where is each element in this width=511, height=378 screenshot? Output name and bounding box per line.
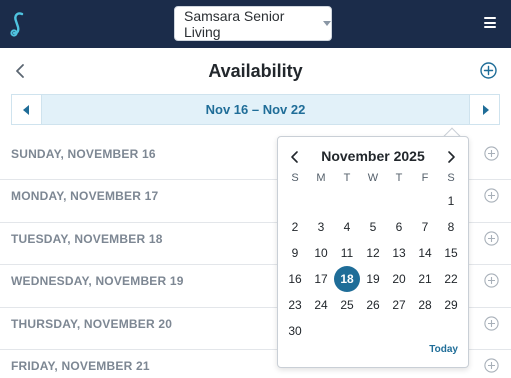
page-title: Availability [208, 61, 303, 81]
day-label: WEDNESDAY, NOVEMBER 19 [11, 274, 184, 289]
day-label: FRIDAY, NOVEMBER 21 [11, 358, 150, 373]
calendar-week-row: 1 [282, 188, 464, 214]
calendar-day[interactable]: 5 [360, 214, 386, 240]
calendar-day[interactable]: 8 [438, 214, 464, 240]
page-header: Availability [0, 48, 511, 94]
calendar-empty-cell [282, 188, 308, 214]
calendar-day[interactable]: 2 [282, 214, 308, 240]
calendar-week-row: 2345678 [282, 214, 464, 240]
calendar-grid: SMTWTFS 1 2 3 4 5 6 7 8 9 10 11 12 13 14 15 16 17 18 19 20 2… [282, 172, 464, 344]
calendar-empty-cell [334, 188, 360, 214]
weekday-label: T [343, 172, 351, 184]
next-week-button[interactable] [469, 95, 499, 124]
calendar-day[interactable]: 10 [308, 240, 334, 266]
add-availability-icon[interactable] [484, 188, 499, 204]
weekday-label: M [316, 172, 326, 184]
calendar-month-label: November 2025 [321, 148, 425, 164]
calendar-day[interactable]: 17 [308, 266, 334, 292]
calendar-day[interactable]: 27 [386, 292, 412, 318]
calendar-day[interactable]: 19 [360, 266, 386, 292]
weekday-header-row: SMTWTFS [282, 172, 464, 188]
weekday-label: S [447, 172, 455, 184]
top-navbar: Samsara Senior Living [0, 0, 511, 48]
weekday-label: S [291, 172, 299, 184]
day-label: TUESDAY, NOVEMBER 18 [11, 231, 163, 246]
calendar-empty-cell [308, 188, 334, 214]
calendar-day-selected[interactable]: 18 [334, 266, 360, 292]
calendar-day[interactable]: 15 [438, 240, 464, 266]
calendar-day[interactable]: 1 [438, 188, 464, 214]
add-availability-icon[interactable] [484, 358, 499, 373]
calendar-day[interactable]: 28 [412, 292, 438, 318]
calendar-empty-cell [334, 318, 360, 344]
calendar-day[interactable]: 6 [386, 214, 412, 240]
calendar-week-row: 30 [282, 318, 464, 344]
caret-right-icon [482, 104, 489, 115]
calendar-week-row: 9 10 11 12 13 14 15 [282, 240, 464, 266]
calendar-popover: November 2025 SMTWTFS 1 2 3 4 5 6 7 8 9 10 11 12 13 1… [277, 136, 469, 368]
calendar-empty-cell [412, 188, 438, 214]
calendar-day[interactable]: 26 [360, 292, 386, 318]
calendar-day[interactable]: 13 [386, 240, 412, 266]
calendar-day[interactable]: 20 [386, 266, 412, 292]
calendar-day[interactable]: 7 [412, 214, 438, 240]
week-navigator: Nov 16 – Nov 22 [11, 94, 500, 125]
calendar-day[interactable]: 25 [334, 292, 360, 318]
add-circle-icon[interactable] [480, 62, 497, 79]
calendar-day[interactable]: 3 [308, 214, 334, 240]
calendar-day[interactable]: 4 [334, 214, 360, 240]
calendar-empty-cell [386, 318, 412, 344]
calendar-empty-cell [438, 318, 464, 344]
app-logo-icon[interactable] [8, 10, 28, 38]
calendar-empty-cell [360, 188, 386, 214]
today-button[interactable]: Today [429, 344, 458, 355]
weekday-label: W [367, 172, 379, 184]
calendar-empty-cell [386, 188, 412, 214]
day-label: THURSDAY, NOVEMBER 20 [11, 316, 173, 331]
add-availability-icon[interactable] [484, 315, 499, 331]
next-month-icon[interactable] [444, 149, 458, 165]
hamburger-menu-icon[interactable] [484, 17, 496, 28]
weekday-label: F [421, 172, 429, 184]
day-label: MONDAY, NOVEMBER 17 [11, 189, 159, 204]
week-range-label[interactable]: Nov 16 – Nov 22 [12, 102, 499, 117]
organization-select[interactable]: Samsara Senior Living [174, 6, 332, 41]
calendar-week-row: 16 17 18 19 20 21 22 [282, 266, 464, 292]
add-availability-icon[interactable] [484, 146, 499, 161]
calendar-day[interactable]: 23 [282, 292, 308, 318]
calendar-day[interactable]: 16 [282, 266, 308, 292]
add-availability-icon[interactable] [484, 231, 499, 246]
calendar-day[interactable]: 11 [334, 240, 360, 266]
calendar-day[interactable]: 24 [308, 292, 334, 318]
organization-select-label: Samsara Senior Living [184, 7, 285, 40]
calendar-empty-cell [412, 318, 438, 344]
calendar-header: November 2025 [278, 147, 468, 167]
chevron-down-icon [323, 21, 331, 26]
calendar-day[interactable]: 30 [282, 318, 308, 344]
calendar-day[interactable]: 12 [360, 240, 386, 266]
weekday-label: T [395, 172, 403, 184]
calendar-day[interactable]: 9 [282, 240, 308, 266]
calendar-empty-cell [308, 318, 334, 344]
calendar-day[interactable]: 29 [438, 292, 464, 318]
calendar-week-row: 23 24 25 26 27 28 29 [282, 292, 464, 318]
calendar-day[interactable]: 14 [412, 240, 438, 266]
calendar-day[interactable]: 22 [438, 266, 464, 292]
calendar-day[interactable]: 21 [412, 266, 438, 292]
day-label: SUNDAY, NOVEMBER 16 [11, 147, 156, 161]
add-availability-icon[interactable] [484, 273, 499, 288]
calendar-empty-cell [360, 318, 386, 344]
